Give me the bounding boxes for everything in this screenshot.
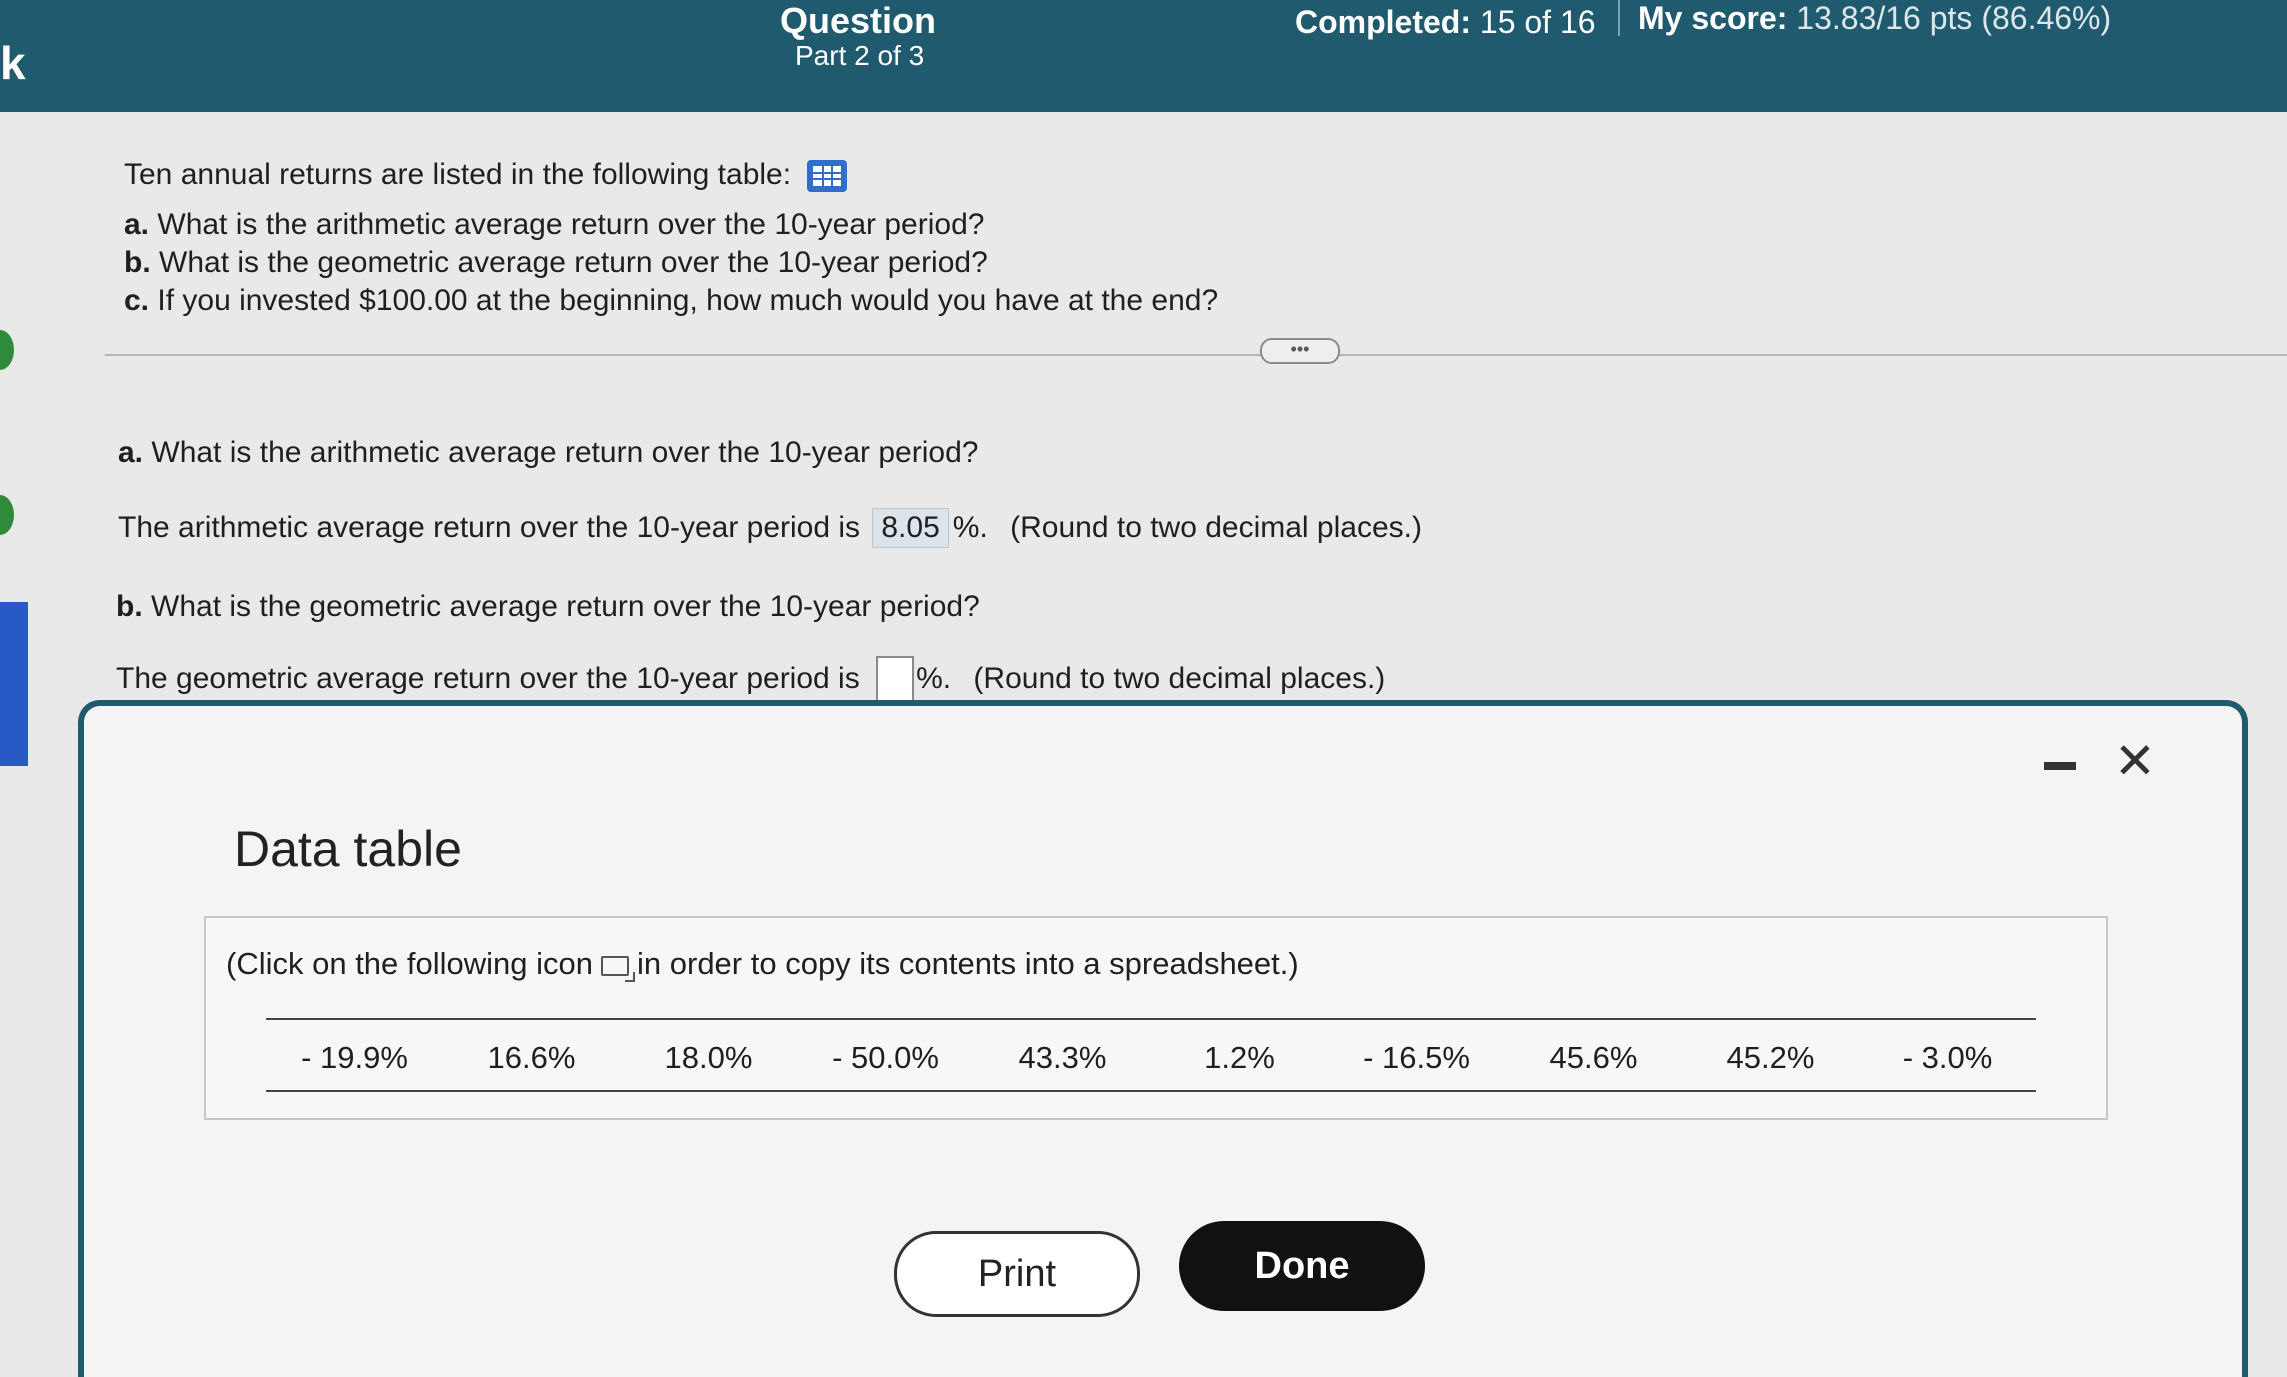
table-cell: 43.3% bbox=[1018, 1040, 1107, 1075]
left-side-tab[interactable] bbox=[0, 602, 28, 766]
part-text: If you invested $100.00 at the beginning… bbox=[157, 284, 1219, 317]
part-text: What is the geometric average return ove… bbox=[159, 246, 988, 279]
print-button[interactable]: Print bbox=[894, 1231, 1140, 1317]
my-score[interactable]: My score: 13.83/16 pts (86.46%) bbox=[1638, 0, 2111, 37]
header-edge-label: k bbox=[0, 37, 26, 89]
top-header: k Question Part 2 of 3 Completed: 15 of … bbox=[0, 0, 2287, 112]
completed-label: Completed: bbox=[1295, 4, 1471, 40]
data-table-modal: ✕ Data table (Click on the following ico… bbox=[78, 700, 2248, 1377]
answer-b-prompt: b. What is the geometric average return … bbox=[116, 590, 980, 624]
part-letter: c. bbox=[124, 284, 150, 317]
left-status-dot[interactable] bbox=[0, 330, 14, 370]
table-cell: - 50.0% bbox=[832, 1040, 939, 1075]
header-divider bbox=[1618, 0, 1620, 36]
copy-spreadsheet-icon[interactable] bbox=[601, 955, 636, 982]
answer-a-suffix: %. bbox=[952, 511, 988, 544]
expand-more-button[interactable]: ••• bbox=[1260, 338, 1340, 364]
table-rule-top bbox=[266, 1018, 2036, 1020]
table-cell: 16.6% bbox=[487, 1040, 576, 1075]
minimize-icon[interactable] bbox=[2044, 762, 2076, 770]
question-part-c: c. If you invested $100.00 at the beginn… bbox=[124, 284, 1218, 318]
done-button[interactable]: Done bbox=[1179, 1221, 1425, 1311]
table-cell: 1.2% bbox=[1204, 1040, 1275, 1075]
copy-note-before: (Click on the following icon bbox=[226, 946, 594, 981]
grid-table-icon[interactable] bbox=[807, 160, 848, 193]
answer-a-hint: (Round to two decimal places.) bbox=[1010, 511, 1422, 544]
table-cell: 18.0% bbox=[664, 1040, 753, 1075]
part-letter: a. bbox=[118, 436, 144, 469]
score-label: My score: bbox=[1638, 0, 1788, 36]
table-cell: - 19.9% bbox=[301, 1040, 408, 1075]
table-rule-bottom bbox=[266, 1090, 2036, 1092]
question-part-a: a. What is the arithmetic average return… bbox=[124, 208, 984, 242]
question-title: Question bbox=[780, 0, 937, 41]
close-icon[interactable]: ✕ bbox=[2114, 736, 2156, 786]
part-letter: b. bbox=[116, 590, 143, 623]
answer-b-statement-text: The geometric average return over the 10… bbox=[116, 661, 860, 695]
completed-value: 15 of 16 bbox=[1479, 4, 1596, 40]
copy-note-after: in order to copy its contents into a spr… bbox=[637, 946, 1299, 981]
table-cell: 45.2% bbox=[1726, 1040, 1815, 1075]
completed-status: Completed: 15 of 16 bbox=[1295, 4, 1596, 41]
table-cell: - 16.5% bbox=[1363, 1040, 1470, 1075]
part-text: What is the arithmetic average return ov… bbox=[157, 208, 985, 241]
part-letter: a. bbox=[124, 208, 150, 241]
answer-a-input[interactable]: 8.05 bbox=[872, 508, 949, 548]
score-value: 13.83/16 pts (86.46%) bbox=[1796, 0, 2112, 36]
answer-a-statement-text: The arithmetic average return over the 1… bbox=[118, 511, 861, 544]
section-divider bbox=[105, 354, 2287, 356]
answer-b-statement: The geometric average return over the 10… bbox=[116, 656, 1385, 704]
answer-b-input[interactable] bbox=[876, 656, 915, 704]
question-intro: Ten annual returns are listed in the fol… bbox=[124, 158, 848, 193]
question-intro-text: Ten annual returns are listed in the fol… bbox=[124, 158, 792, 191]
answer-b-prompt-text: What is the geometric average return ove… bbox=[151, 590, 980, 623]
answer-a-prompt: a. What is the arithmetic average return… bbox=[118, 436, 978, 470]
copy-note: (Click on the following icon in order to … bbox=[226, 946, 1299, 982]
left-status-dot[interactable] bbox=[0, 495, 14, 535]
table-cell: 45.6% bbox=[1549, 1040, 1638, 1075]
answer-a-prompt-text: What is the arithmetic average return ov… bbox=[151, 436, 979, 469]
question-part: Part 2 of 3 bbox=[795, 40, 925, 71]
part-letter: b. bbox=[124, 246, 151, 279]
question-part-b: b. What is the geometric average return … bbox=[124, 246, 988, 280]
table-cell: - 3.0% bbox=[1902, 1040, 1993, 1075]
answer-b-suffix: %. bbox=[916, 661, 952, 695]
table-row: - 19.9% 16.6% 18.0% - 50.0% 43.3% 1.2% -… bbox=[266, 1030, 2036, 1086]
answer-b-hint: (Round to two decimal places.) bbox=[973, 661, 1386, 695]
answer-a-statement: The arithmetic average return over the 1… bbox=[118, 508, 1422, 548]
modal-title: Data table bbox=[234, 821, 462, 877]
returns-table: (Click on the following icon in order to … bbox=[204, 916, 2108, 1120]
